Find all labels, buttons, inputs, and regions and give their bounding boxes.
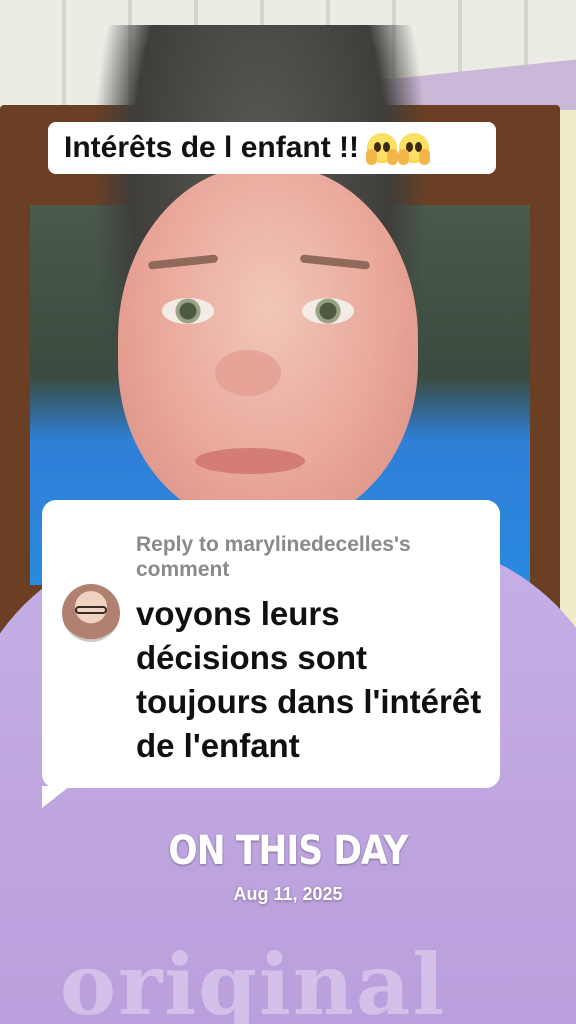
face-with-open-eyes-and-hand-over-mouth-emoji bbox=[366, 133, 399, 165]
left-eye bbox=[162, 298, 214, 324]
reply-card-tail bbox=[42, 786, 70, 808]
caption-emoji-group bbox=[366, 133, 431, 165]
on-this-day-stamp: ON THIS DAY Aug 11, 2025 bbox=[0, 828, 576, 905]
reply-comment-card[interactable]: Reply to marylinedecelles's comment voyo… bbox=[42, 500, 500, 788]
nose bbox=[215, 350, 281, 396]
video-caption: Intérêts de l enfant !! bbox=[48, 122, 496, 174]
caption-text: Intérêts de l enfant !! bbox=[64, 131, 360, 164]
reply-comment-text: voyons leurs décisions sont toujours dan… bbox=[136, 595, 482, 764]
face-with-open-eyes-and-hand-over-mouth-emoji bbox=[398, 133, 431, 165]
sweater-print: oriqinal bbox=[60, 935, 447, 1024]
on-this-day-title: ON THIS DAY bbox=[168, 828, 408, 874]
glasses-icon bbox=[75, 606, 107, 614]
mouth bbox=[195, 448, 305, 474]
right-eye bbox=[302, 298, 354, 324]
commenter-avatar[interactable] bbox=[62, 584, 120, 642]
on-this-day-date: Aug 11, 2025 bbox=[233, 884, 343, 904]
reply-header: Reply to marylinedecelles's comment bbox=[136, 533, 411, 581]
